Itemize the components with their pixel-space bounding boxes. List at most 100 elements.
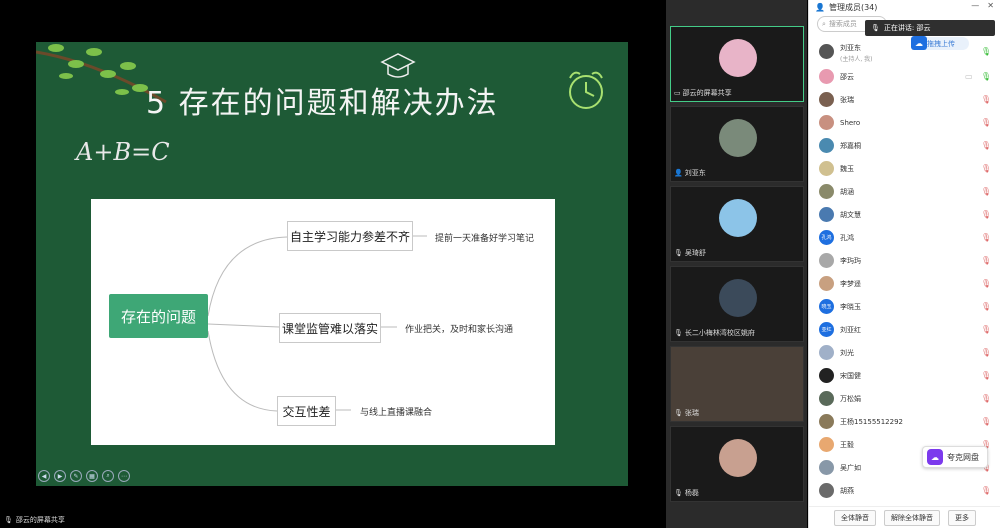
mic-muted-icon[interactable]: 🎙: [981, 371, 991, 380]
member-row[interactable]: 魏玉 🎙: [809, 157, 1000, 180]
avatar: [719, 39, 757, 77]
mic-muted-icon[interactable]: 🎙: [981, 302, 991, 311]
avatar: [819, 138, 834, 153]
member-row[interactable]: 郑嘉桐 🎙: [809, 134, 1000, 157]
mic-muted-icon[interactable]: 🎙: [981, 141, 991, 150]
video-column[interactable]: ▭ 邵云的屏幕共享 👤 刘亚东 🎙 吴琦舒 🎙 长二小梅林湾校区姚府 🎙 张瑞 🎙 杨磊: [666, 0, 807, 528]
mic-icon: 🎙: [871, 24, 880, 32]
avatar: [819, 391, 834, 406]
avatar: [719, 119, 757, 157]
more-button[interactable]: 更多: [948, 509, 976, 526]
close-icon[interactable]: ✕: [987, 1, 994, 10]
pen-icon[interactable]: ✎: [70, 470, 82, 482]
mind-map-note: 作业把关，及时和家长沟通: [405, 325, 514, 335]
panel-footer: 全体静音 解除全体静音 更多: [809, 506, 1000, 528]
slide-formula: A+B=C: [76, 138, 170, 166]
more-icon[interactable]: ⋯: [118, 470, 130, 482]
mic-icon: 🎙: [674, 249, 683, 257]
member-row[interactable]: 王杨15155512292 🎙: [809, 410, 1000, 433]
mic-icon: 🎙: [674, 329, 683, 337]
mic-muted-icon[interactable]: 🎙: [981, 95, 991, 104]
avatar: [819, 69, 834, 84]
mic-icon: 🎙: [674, 489, 683, 497]
member-row[interactable]: 万松娟 🎙: [809, 387, 1000, 410]
window-controls: — ✕: [971, 1, 994, 10]
avatar: 孔鸿: [819, 230, 834, 245]
graduation-cap-icon: [380, 53, 416, 78]
zoom-icon[interactable]: ⌕: [102, 470, 114, 482]
video-tile[interactable]: 👤 刘亚东: [670, 106, 804, 182]
video-tile[interactable]: 🎙 吴琦舒: [670, 186, 804, 262]
meeting-window: 5 存在的问题和解决办法 A+B=C 存在的问题 自主学习能力参差不齐 提前一天…: [0, 0, 1000, 528]
member-row[interactable]: 胡涵 🎙: [809, 180, 1000, 203]
member-panel: 👤 管理成员(34) — ✕ ⌕ 搜索成员 🎙 正在讲话: 邵云 拖拽上传 ☁ …: [808, 0, 1000, 528]
mic-muted-icon[interactable]: 🎙: [981, 348, 991, 357]
mic-muted-icon[interactable]: 🎙: [981, 417, 991, 426]
mind-map-note: 提前一天准备好学习笔记: [435, 234, 535, 244]
slide-controls: ◀ ▶ ✎ ▦ ⌕ ⋯: [38, 470, 130, 482]
mind-map-note: 与线上直播课融合: [360, 408, 433, 418]
mic-muted-icon[interactable]: 🎙: [981, 233, 991, 242]
avatar: [819, 368, 834, 383]
avatar: [819, 253, 834, 268]
mute-all-button[interactable]: 全体静音: [834, 509, 876, 526]
speaking-indicator: 🎙 正在讲话: 邵云: [865, 20, 995, 36]
netdisk-popup[interactable]: ☁ 夸克网盘: [922, 446, 988, 468]
avatar: [819, 92, 834, 107]
member-row[interactable]: 亚红 刘亚红 🎙: [809, 318, 1000, 341]
member-row[interactable]: 晓玉 李晓玉 🎙: [809, 295, 1000, 318]
mic-muted-icon[interactable]: 🎙: [981, 164, 991, 173]
mind-map-root: 存在的问题: [109, 294, 208, 338]
alarm-clock-icon: [569, 71, 603, 109]
camera-icon[interactable]: ▭: [965, 72, 973, 81]
member-row[interactable]: Shero 🎙: [809, 111, 1000, 134]
member-row[interactable]: 李玙玙 🎙: [809, 249, 1000, 272]
member-row[interactable]: 宋国健 🎙: [809, 364, 1000, 387]
avatar: [819, 161, 834, 176]
mic-muted-icon[interactable]: 🎙: [981, 486, 991, 495]
presentation-slide: 5 存在的问题和解决办法 A+B=C 存在的问题 自主学习能力参差不齐 提前一天…: [36, 42, 628, 486]
avatar: [719, 279, 757, 317]
unmute-all-button[interactable]: 解除全体静音: [884, 509, 940, 526]
avatar: [819, 44, 834, 59]
slide-title: 5 存在的问题和解决办法: [146, 86, 499, 121]
member-row[interactable]: 李梦遥 🎙: [809, 272, 1000, 295]
avatar: [719, 199, 757, 237]
video-tile[interactable]: 🎙 张瑞: [670, 346, 804, 422]
prev-slide-icon[interactable]: ◀: [38, 470, 50, 482]
mic-muted-icon[interactable]: 🎙: [981, 325, 991, 334]
member-row[interactable]: 刘亚东 (主持人, 我) 🎙: [809, 40, 1000, 63]
mic-icon[interactable]: 🎙: [981, 72, 991, 81]
mind-map-node: 交互性差: [277, 396, 336, 426]
search-icon: ⌕: [822, 19, 826, 28]
next-slide-icon[interactable]: ▶: [54, 470, 66, 482]
member-row[interactable]: 胡燕 🎙: [809, 479, 1000, 502]
avatar: [819, 276, 834, 291]
mic-muted-icon[interactable]: 🎙: [981, 394, 991, 403]
video-tile[interactable]: ▭ 邵云的屏幕共享: [670, 26, 804, 102]
member-row[interactable]: 张瑞 🎙: [809, 88, 1000, 111]
mic-icon[interactable]: 🎙: [981, 47, 991, 56]
avatar: [819, 115, 834, 130]
mic-muted-icon[interactable]: 🎙: [981, 210, 991, 219]
minimize-icon[interactable]: —: [971, 1, 979, 10]
mic-muted-icon[interactable]: 🎙: [981, 256, 991, 265]
video-tile[interactable]: 🎙 杨磊: [670, 426, 804, 502]
member-row[interactable]: 胡文慧 🎙: [809, 203, 1000, 226]
mic-muted-icon[interactable]: 🎙: [981, 118, 991, 127]
member-row[interactable]: 刘光 🎙: [809, 341, 1000, 364]
mic-icon: 🎙: [674, 409, 683, 417]
screen-share-icon: ▭: [674, 89, 681, 97]
mic-muted-icon[interactable]: 🎙: [981, 187, 991, 196]
avatar: 亚红: [819, 322, 834, 337]
screen-share-area: 5 存在的问题和解决办法 A+B=C 存在的问题 自主学习能力参差不齐 提前一天…: [0, 0, 666, 528]
mic-muted-icon[interactable]: 🎙: [981, 279, 991, 288]
video-tile[interactable]: 🎙 长二小梅林湾校区姚府: [670, 266, 804, 342]
member-row[interactable]: 邵云 ▭ 🎙: [809, 65, 1000, 88]
slides-icon[interactable]: ▦: [86, 470, 98, 482]
avatar: [819, 483, 834, 498]
mind-map-node: 自主学习能力参差不齐: [287, 221, 413, 251]
share-label: 🎙 邵云的屏幕共享: [4, 516, 65, 524]
avatar: [819, 207, 834, 222]
member-row[interactable]: 孔鸿 孔鸿 🎙: [809, 226, 1000, 249]
